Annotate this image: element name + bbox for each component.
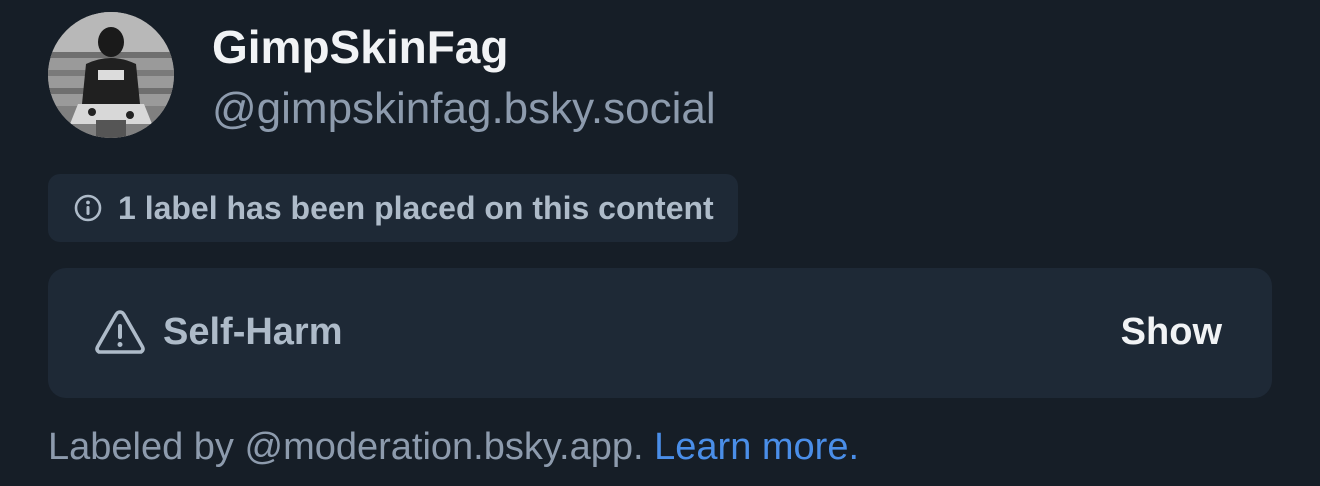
- labeled-by-text: Labeled by @moderation.bsky.app.: [48, 426, 644, 468]
- avatar[interactable]: [48, 12, 174, 138]
- display-name[interactable]: GimpSkinFag: [212, 20, 508, 74]
- show-button[interactable]: Show: [1121, 311, 1222, 354]
- moderation-profile-view: GimpSkinFag @gimpskinfag.bsky.social 1 l…: [0, 0, 1320, 486]
- labeled-by-footer: Labeled by @moderation.bsky.app. Learn m…: [48, 426, 859, 469]
- labels-notice-button[interactable]: 1 label has been placed on this content: [48, 174, 738, 242]
- labels-notice-text: 1 label has been placed on this content: [118, 189, 714, 226]
- content-warning-card: Self-Harm Show: [48, 268, 1272, 398]
- warning-label: Self-Harm: [163, 311, 343, 353]
- info-circle-icon: [74, 194, 102, 222]
- learn-more-link[interactable]: Learn more.: [654, 426, 859, 468]
- avatar-photo: [48, 12, 174, 138]
- warning-triangle-icon: [95, 310, 145, 354]
- profile-handle[interactable]: @gimpskinfag.bsky.social: [212, 84, 716, 134]
